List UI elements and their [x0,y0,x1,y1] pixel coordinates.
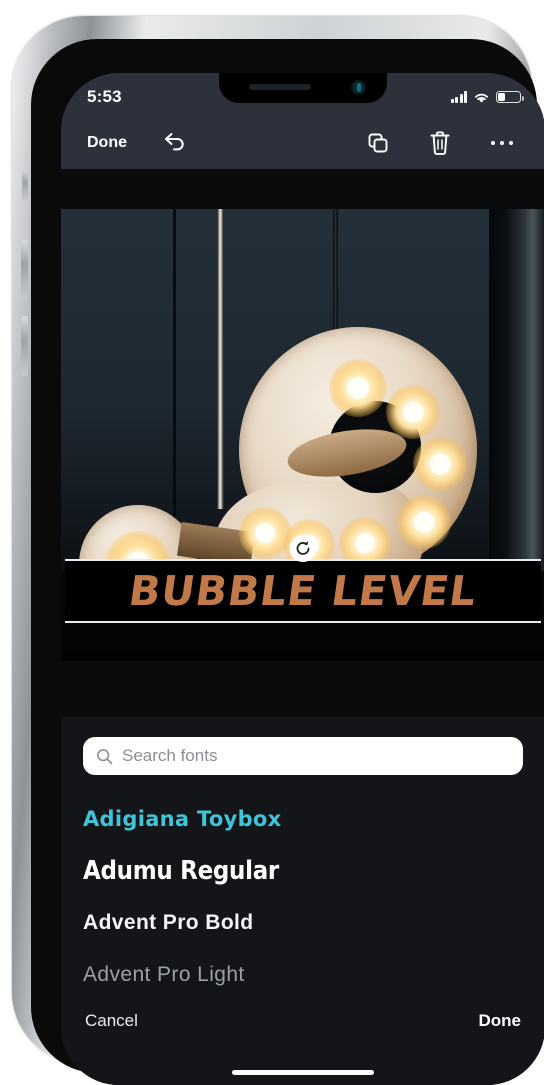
sheet-footer: Cancel Done [61,997,544,1085]
selection-border-bottom [65,621,541,623]
cellular-bars-icon [450,91,467,103]
notch [219,73,387,103]
front-camera-icon [352,81,365,94]
volume-down-button[interactable] [21,316,28,376]
silent-switch-button[interactable] [22,170,28,200]
app-root: 5:53 Done BUBBLE LEVEL Search fonts Adig… [61,73,544,1085]
wall-seam-left [173,209,176,562]
done-button[interactable]: Done [479,1011,522,1031]
screenshot-stage: 5:53 Done BUBBLE LEVEL Search fonts Adig… [0,0,544,1085]
photo-marquee-letter[interactable]: BUBBLE LEVEL [61,209,544,661]
undo-arrow-icon[interactable] [161,132,187,154]
editor-canvas[interactable]: BUBBLE LEVEL [61,169,544,717]
volume-up-button[interactable] [21,240,28,300]
home-indicator[interactable] [232,1070,374,1075]
font-name: Advent Pro Bold [83,911,254,934]
font-name: Adumu Regular [83,856,279,886]
font-name: Adigiana Toybox [83,807,282,831]
more-ellipsis-icon[interactable] [485,126,519,160]
phone-frame: 5:53 Done BUBBLE LEVEL Search fonts Adig… [12,16,544,1085]
bulb [397,495,451,549]
overlay-text[interactable]: BUBBLE LEVEL [62,567,544,615]
font-list-item-advent-pro-bold[interactable]: Advent Pro Bold [61,897,544,949]
font-name: Advent Pro Light [83,963,245,986]
bulb [413,437,467,491]
phone-screen: 5:53 Done BUBBLE LEVEL Search fonts Adig… [61,73,544,1085]
footer-actions: Cancel Done [61,997,544,1031]
trash-icon[interactable] [423,126,457,160]
text-element-selection[interactable]: BUBBLE LEVEL [65,559,541,623]
font-picker-sheet: Search fonts Adigiana Toybox Adumu Regul… [61,717,544,1085]
status-indicators [450,91,524,104]
cancel-button[interactable]: Cancel [85,1011,138,1031]
duplicate-layers-icon[interactable] [361,126,395,160]
photo-pole-light [217,209,224,509]
font-list-item-advent-pro-light[interactable]: Advent Pro Light [61,949,544,1001]
toolbar-done-button[interactable]: Done [87,134,127,152]
font-list-item-adigiana-toybox[interactable]: Adigiana Toybox [61,793,544,845]
earpiece-speaker-icon [249,84,311,90]
search-icon [97,748,113,764]
editor-toolbar: Done [61,117,544,169]
font-list[interactable]: Adigiana Toybox Adumu Regular Advent Pro… [61,787,544,1001]
wifi-icon [475,93,488,103]
phone-bezel: 5:53 Done BUBBLE LEVEL Search fonts Adig… [31,39,544,1085]
bulb [329,359,387,417]
battery-low-icon [496,91,524,103]
search-container: Search fonts [61,717,544,787]
bulb [386,385,440,439]
status-time: 5:53 [87,87,122,106]
rotate-handle-icon[interactable] [289,535,317,562]
search-input[interactable]: Search fonts [83,737,523,775]
search-placeholder: Search fonts [122,746,218,765]
bulb [239,507,291,559]
font-list-item-adumu-regular[interactable]: Adumu Regular [61,845,544,897]
